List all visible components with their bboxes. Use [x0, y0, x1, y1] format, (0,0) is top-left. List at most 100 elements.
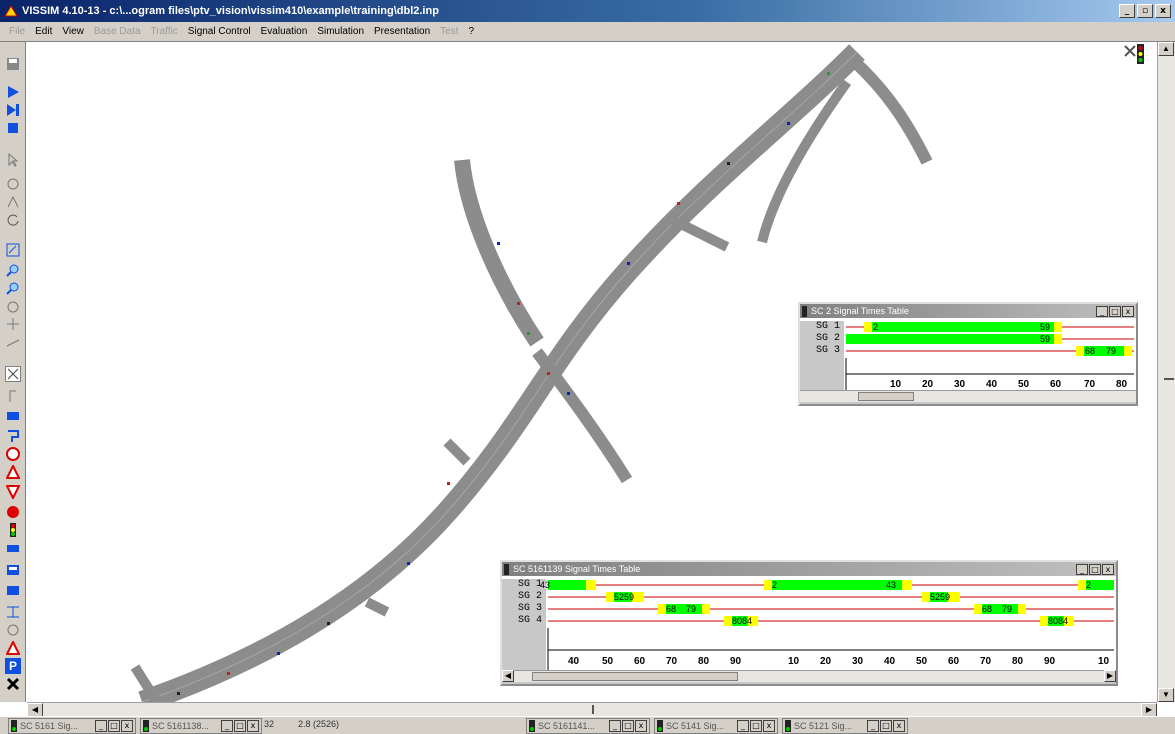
sc2-scroll-thumb[interactable]	[858, 392, 914, 401]
menu-simulation[interactable]: Simulation	[312, 26, 369, 37]
scroll-down-arrow[interactable]: ▼	[1158, 688, 1174, 702]
zoom-window-icon[interactable]	[5, 242, 21, 258]
network-edit-icon[interactable]	[5, 366, 21, 382]
sc5161139-title-bar[interactable]: SC 5161139 Signal Times Table _ □ x	[502, 562, 1116, 576]
scroll-left-arrow[interactable]: ◀	[502, 670, 514, 682]
sc2-scrollbar[interactable]	[800, 390, 1136, 402]
scroll-right-arrow[interactable]: ▶	[1141, 703, 1157, 717]
vehicle-input-icon[interactable]	[5, 408, 21, 424]
close-button[interactable]: x	[893, 720, 905, 732]
save-icon[interactable]	[5, 56, 21, 72]
restore-button[interactable]: _	[609, 720, 621, 732]
parking-lot-icon[interactable]	[5, 582, 21, 598]
measure-icon[interactable]	[5, 194, 21, 210]
maximize-button[interactable]: □	[234, 720, 246, 732]
maximize-button[interactable]: □	[622, 720, 634, 732]
minimized-window[interactable]: SC 5141 Sig... _ □ x	[654, 718, 778, 734]
sc2-close-button[interactable]: x	[1122, 305, 1134, 317]
warning-icon[interactable]	[5, 464, 21, 480]
menu-test[interactable]: Test	[435, 26, 463, 37]
menu-presentation[interactable]: Presentation	[369, 26, 435, 37]
minimized-window[interactable]: SC 5161138... _ □ x	[140, 718, 262, 734]
rotate-icon[interactable]	[5, 176, 21, 192]
sc5161139-minimize-button[interactable]: _	[1076, 563, 1088, 575]
maximize-button[interactable]: □	[880, 720, 892, 732]
menu-view[interactable]: View	[57, 26, 89, 37]
run-icon[interactable]	[5, 84, 21, 100]
stop-icon[interactable]	[5, 120, 21, 136]
pan-icon[interactable]	[5, 298, 21, 314]
axis-tick: 50	[1018, 379, 1030, 390]
sc2-title-bar[interactable]: SC 2 Signal Times Table _ □ x	[800, 304, 1136, 318]
close-button[interactable]: x	[763, 720, 775, 732]
menu-base-data[interactable]: Base Data	[89, 26, 146, 37]
menu-signal-control[interactable]: Signal Control	[183, 26, 256, 37]
maximize-button[interactable]: ▫	[1137, 4, 1153, 18]
axis-tick: 30	[852, 656, 864, 667]
maximize-button[interactable]: □	[108, 720, 120, 732]
scroll-up-arrow[interactable]: ▲	[1158, 42, 1174, 56]
close-button[interactable]: x	[121, 720, 133, 732]
sg3-mark: 68	[666, 604, 676, 614]
scroll-right-arrow[interactable]: ▶	[1104, 670, 1116, 682]
scroll-thumb-h[interactable]	[592, 705, 594, 714]
menu-traffic[interactable]: Traffic	[146, 26, 183, 37]
parking-icon[interactable]: P	[5, 658, 21, 674]
sc2-minimize-button[interactable]: _	[1096, 305, 1108, 317]
close-button[interactable]: x	[635, 720, 647, 732]
status-coord: 32	[264, 719, 275, 729]
menu-help[interactable]: ?	[464, 26, 480, 37]
minimized-window[interactable]: SC 5161141... _ □ x	[526, 718, 650, 734]
amber-bar	[864, 322, 872, 332]
menu-edit[interactable]: Edit	[30, 26, 57, 37]
sg1-mark: 2	[772, 580, 777, 590]
scroll-thumb-v[interactable]	[1164, 378, 1174, 380]
sc5161139-signal-times-window[interactable]: SC 5161139 Signal Times Table _ □ x SG 1…	[500, 560, 1118, 686]
route-icon[interactable]	[5, 388, 21, 404]
detector-icon[interactable]	[5, 540, 21, 556]
maximize-button[interactable]: □	[750, 720, 762, 732]
sc2-signal-times-window[interactable]: SC 2 Signal Times Table _ □ x SG 1 SG 2 …	[798, 302, 1138, 406]
menu-file[interactable]: File	[4, 26, 30, 37]
signal-head-icon[interactable]	[5, 522, 21, 538]
scroll-left-arrow[interactable]: ◀	[27, 703, 43, 717]
minimized-window[interactable]: SC 5161 Sig... _ □ x	[8, 718, 136, 734]
close-tool-icon[interactable]	[5, 676, 21, 692]
zoom-in-icon[interactable]	[5, 262, 21, 278]
sc5161139-scrollbar[interactable]: ◀ ▶	[502, 670, 1116, 682]
close-button[interactable]: x	[1155, 4, 1171, 18]
move-icon[interactable]	[5, 316, 21, 332]
traffic-light-icon	[504, 563, 509, 575]
restore-button[interactable]: _	[737, 720, 749, 732]
sc2-maximize-button[interactable]: □	[1109, 305, 1121, 317]
minimize-button[interactable]: _	[1119, 4, 1135, 18]
axis-tick: 30	[954, 379, 966, 390]
minimized-window[interactable]: SC 5121 Sig... _ □ x	[782, 718, 908, 734]
sg2-mark: 5259	[614, 592, 634, 602]
left-toolbar: P	[0, 42, 26, 702]
close-button[interactable]: x	[247, 720, 259, 732]
speed-icon[interactable]	[5, 446, 21, 462]
menu-evaluation[interactable]: Evaluation	[256, 26, 313, 37]
sc5161139-scroll-thumb[interactable]	[532, 672, 738, 681]
sg1-start-mark: 2	[873, 322, 878, 332]
zoom-out-icon[interactable]	[5, 280, 21, 296]
yield-icon[interactable]	[5, 484, 21, 500]
step-icon[interactable]	[5, 102, 21, 118]
stop-sign-icon[interactable]	[5, 504, 21, 520]
restore-button[interactable]: _	[221, 720, 233, 732]
priority-icon[interactable]	[5, 640, 21, 656]
sc5161139-close-button[interactable]: x	[1102, 563, 1114, 575]
routing-icon[interactable]	[5, 428, 21, 444]
refresh-icon[interactable]	[5, 212, 21, 228]
link-tool-icon[interactable]	[5, 334, 21, 350]
sc5161139-maximize-button[interactable]: □	[1089, 563, 1101, 575]
vertical-scrollbar[interactable]: ▲ ▼	[1157, 42, 1175, 702]
restore-button[interactable]: _	[867, 720, 879, 732]
horizontal-scrollbar[interactable]: ◀ ▶	[27, 702, 1157, 717]
restore-button[interactable]: _	[95, 720, 107, 732]
select-icon[interactable]	[5, 152, 21, 168]
node-icon[interactable]	[5, 604, 21, 620]
conflict-icon[interactable]	[5, 622, 21, 638]
transit-stop-icon[interactable]	[5, 562, 21, 578]
